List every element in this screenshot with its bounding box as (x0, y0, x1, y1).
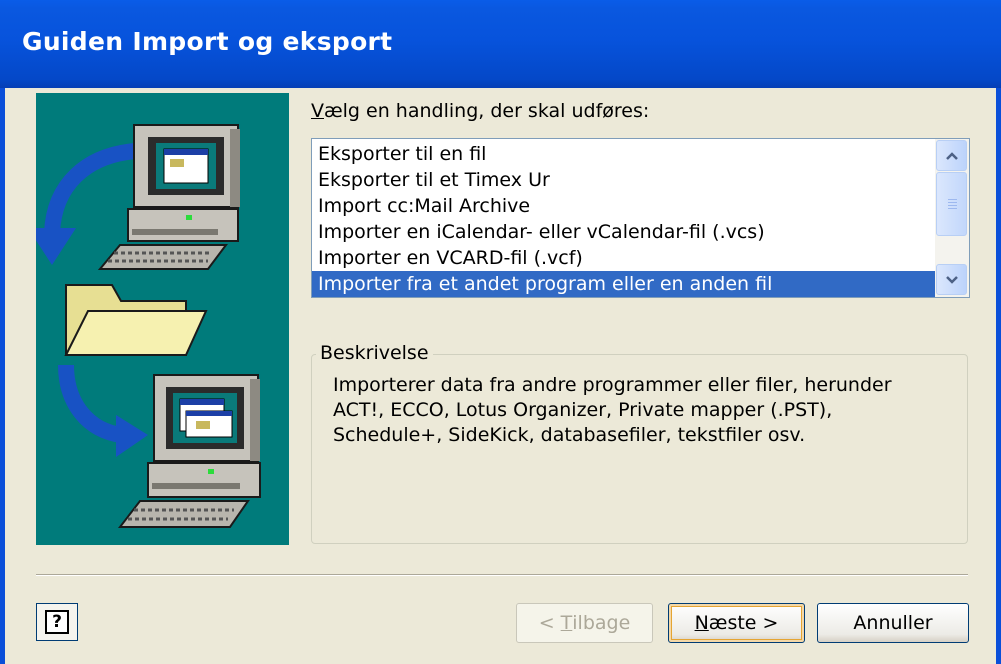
scroll-down-button[interactable] (936, 264, 967, 295)
description-title: Beskrivelse (316, 342, 433, 364)
action-listbox[interactable]: Eksporter til en fil Eksporter til et Ti… (311, 138, 970, 298)
next-button-label: æste > (708, 612, 779, 634)
list-item-selected[interactable]: Importer fra et andet program eller en a… (312, 271, 935, 297)
next-button[interactable]: Næste > (668, 603, 805, 643)
help-icon: ? (45, 610, 69, 634)
separator-highlight (36, 575, 968, 576)
cancel-button[interactable]: Annuller (817, 603, 969, 643)
prompt-accel: V (311, 100, 324, 122)
prompt-text: ælg en handling, der skal udføres: (324, 100, 650, 122)
back-button-accel: T (560, 612, 573, 634)
next-button-accel: N (694, 612, 709, 634)
list-item[interactable]: Import cc:Mail Archive (312, 193, 935, 219)
back-button[interactable]: < Tilbage (516, 603, 653, 643)
back-button-prefix: < (538, 612, 561, 634)
window-frame-left (0, 88, 5, 664)
scroll-down-icon (945, 275, 958, 284)
monitor-icon (117, 374, 261, 528)
scroll-up-button[interactable] (936, 140, 967, 171)
list-item[interactable]: Eksporter til en fil (312, 141, 935, 167)
scroll-up-icon (945, 151, 958, 160)
action-prompt: Vælg en handling, der skal udføres: (311, 100, 649, 122)
vertical-scrollbar[interactable] (935, 139, 969, 297)
title-bar[interactable]: Guiden Import og eksport (0, 0, 1001, 88)
list-item[interactable]: Eksporter til et Timex Ur (312, 167, 935, 193)
help-button[interactable]: ? (36, 603, 78, 641)
list-item[interactable]: Importer en VCARD-fil (.vcf) (312, 245, 935, 271)
back-button-label: ilbage (572, 612, 631, 634)
arrow-icon (58, 364, 148, 457)
action-list: Eksporter til en fil Eksporter til et Ti… (312, 141, 935, 297)
wizard-illustration (28, 93, 289, 545)
window-title: Guiden Import og eksport (22, 27, 393, 56)
window-frame-right (996, 88, 1001, 664)
folder-icon (64, 284, 208, 356)
scroll-thumb[interactable] (936, 172, 967, 236)
list-item[interactable]: Importer en iCalendar- eller vCalendar-f… (312, 219, 935, 245)
description-text: Importerer data fra andre programmer ell… (333, 374, 892, 446)
